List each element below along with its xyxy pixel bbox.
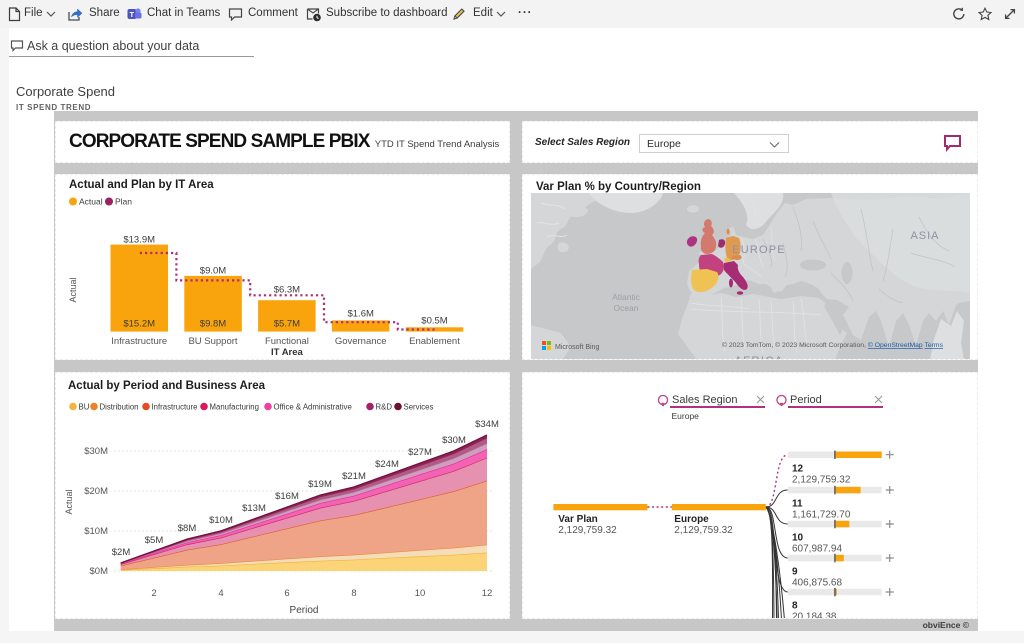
svg-text:BU Support: BU Support [188, 336, 237, 347]
svg-text:BU: BU [79, 403, 90, 412]
svg-text:$9.8M: $9.8M [200, 318, 226, 329]
svg-text:© 2023 TomTom, © 2023 Microsof: © 2023 TomTom, © 2023 Microsoft Corporat… [722, 341, 944, 349]
svg-text:Enablement: Enablement [409, 336, 460, 347]
svg-text:AFRICA: AFRICA [734, 356, 783, 359]
svg-text:$16M: $16M [275, 491, 299, 502]
svg-text:Infrastructure: Infrastructure [111, 336, 167, 347]
svg-text:Var Plan: Var Plan [558, 514, 597, 525]
svg-text:12: 12 [792, 464, 804, 475]
svg-text:10: 10 [415, 588, 426, 599]
svg-text:2: 2 [151, 588, 156, 599]
svg-text:4: 4 [218, 588, 223, 599]
svg-text:12: 12 [482, 588, 493, 599]
svg-text:2,129,759.32: 2,129,759.32 [558, 525, 617, 536]
svg-text:2,129,759.32: 2,129,759.32 [792, 475, 851, 486]
svg-text:11: 11 [792, 499, 803, 510]
svg-text:$34M: $34M [475, 419, 499, 430]
svg-text:1,161,729.70: 1,161,729.70 [792, 510, 851, 521]
svg-text:Functional: Functional [265, 336, 309, 347]
svg-text:$30M: $30M [442, 435, 466, 446]
svg-text:$8M: $8M [178, 523, 197, 534]
svg-text:IT Area: IT Area [271, 347, 304, 358]
svg-text:Manufacturing: Manufacturing [210, 403, 259, 412]
svg-text:$9.0M: $9.0M [200, 266, 226, 277]
svg-text:607,987.94: 607,987.94 [792, 544, 842, 555]
svg-text:Europe: Europe [674, 514, 709, 525]
svg-text:$24M: $24M [375, 459, 399, 470]
svg-text:Actual: Actual [64, 489, 74, 514]
svg-text:8: 8 [792, 601, 798, 612]
svg-text:6: 6 [284, 588, 289, 599]
svg-text:$10M: $10M [209, 515, 233, 526]
svg-text:T: T [130, 10, 135, 19]
svg-text:Infrastructure: Infrastructure [152, 403, 198, 412]
svg-text:Atlantic: Atlantic [612, 292, 641, 302]
svg-text:$20M: $20M [84, 486, 108, 497]
svg-text:Period: Period [790, 394, 822, 406]
svg-text:$21M: $21M [342, 471, 366, 482]
svg-text:EUROPE: EUROPE [732, 244, 786, 256]
svg-text:Microsoft Bing: Microsoft Bing [555, 344, 599, 351]
svg-text:$10M: $10M [84, 526, 108, 537]
svg-text:$0M: $0M [90, 566, 109, 577]
svg-text:$6.3M: $6.3M [274, 284, 300, 295]
svg-text:$30M: $30M [84, 446, 108, 457]
svg-text:$5.7M: $5.7M [274, 318, 300, 329]
svg-text:$1.6M: $1.6M [347, 309, 373, 320]
svg-text:$0.5M: $0.5M [421, 315, 447, 326]
svg-text:R&D: R&D [376, 403, 393, 412]
svg-text:2,129,759.32: 2,129,759.32 [674, 525, 733, 536]
svg-text:Services: Services [404, 403, 434, 412]
svg-text:Sales Region: Sales Region [672, 394, 737, 406]
svg-text:Actual and Plan by IT Area: Actual and Plan by IT Area [69, 179, 214, 191]
svg-text:Ocean: Ocean [613, 303, 638, 313]
svg-text:$15.2M: $15.2M [123, 318, 155, 329]
svg-text:Period: Period [290, 605, 319, 616]
svg-text:Plan: Plan [115, 197, 132, 207]
svg-text:$19M: $19M [308, 479, 332, 490]
svg-text:Actual: Actual [79, 197, 103, 207]
svg-text:Europe: Europe [672, 411, 700, 421]
svg-text:$2M: $2M [112, 547, 131, 558]
svg-text:20,184.38: 20,184.38 [792, 612, 837, 619]
svg-text:Distribution: Distribution [100, 403, 139, 412]
svg-text:Actual by Period and Business: Actual by Period and Business Area [68, 380, 266, 392]
svg-text:$13.9M: $13.9M [123, 235, 155, 246]
svg-text:Actual: Actual [68, 277, 78, 302]
svg-text:Governance: Governance [335, 336, 387, 347]
svg-text:10: 10 [792, 533, 804, 544]
svg-text:8: 8 [351, 588, 356, 599]
svg-text:9: 9 [792, 567, 798, 578]
svg-text:406,875.68: 406,875.68 [792, 578, 842, 589]
svg-text:ASIA: ASIA [910, 230, 939, 242]
svg-text:$13M: $13M [242, 503, 266, 514]
svg-text:Office & Administrative: Office & Administrative [274, 403, 352, 412]
svg-text:$5M: $5M [145, 535, 164, 546]
svg-text:$27M: $27M [408, 447, 432, 458]
